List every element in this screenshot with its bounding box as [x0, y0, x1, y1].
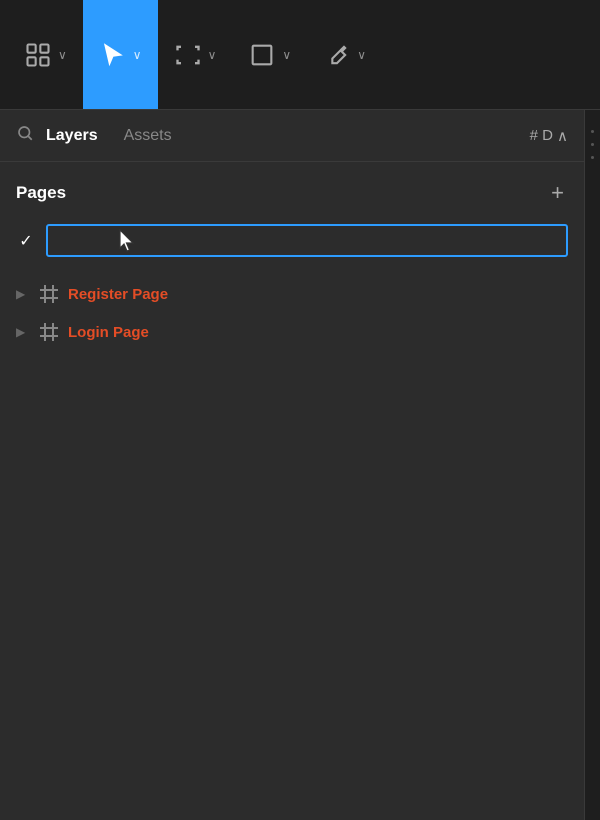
- register-page-item[interactable]: ▶ Register Page: [16, 275, 568, 313]
- login-page-item[interactable]: ▶ Login Page: [16, 313, 568, 351]
- grid-tool-chevron: ∨: [58, 48, 67, 62]
- register-expand-arrow[interactable]: ▶: [16, 287, 30, 301]
- pen-tool-chevron: ∨: [357, 48, 366, 62]
- page-checkmark: ✓: [16, 231, 36, 251]
- login-expand-arrow[interactable]: ▶: [16, 325, 30, 339]
- register-frame-icon: [40, 285, 58, 303]
- right-edge-strip: [585, 110, 600, 820]
- move-tool-chevron: ∨: [133, 48, 142, 62]
- chevron-up-icon: ∧: [557, 127, 568, 145]
- register-page-label: Register Page: [68, 286, 168, 303]
- frame-tool-chevron: ∨: [208, 48, 217, 62]
- move-tool-button[interactable]: ∨: [83, 0, 158, 109]
- active-page-item[interactable]: ✓: [16, 218, 568, 263]
- shortcut-text: # D: [530, 127, 553, 144]
- frame-tool-button[interactable]: ∨: [158, 0, 233, 109]
- page-name-input-wrap[interactable]: [46, 224, 568, 257]
- pages-section: Pages + ✓: [0, 162, 584, 275]
- login-frame-icon: [40, 323, 58, 341]
- panel-header: Layers Assets # D ∧: [0, 110, 584, 162]
- main-area: Layers Assets # D ∧ Pages + ✓: [0, 110, 600, 820]
- shape-tool-button[interactable]: ∨: [232, 0, 307, 109]
- left-panel: Layers Assets # D ∧ Pages + ✓: [0, 110, 585, 820]
- edge-dot-3: [591, 156, 594, 159]
- assets-tab[interactable]: Assets: [124, 123, 172, 149]
- login-page-label: Login Page: [68, 324, 149, 341]
- add-page-button[interactable]: +: [547, 182, 568, 204]
- layers-tab[interactable]: Layers: [46, 123, 98, 149]
- other-pages-list: ▶ Register Page ▶: [0, 275, 584, 351]
- pages-header: Pages +: [16, 182, 568, 204]
- shortcut-display[interactable]: # D ∧: [530, 127, 568, 145]
- search-icon[interactable]: [16, 124, 34, 147]
- edge-dot-1: [591, 130, 594, 133]
- toolbar: ∨ ∨ ∨ ∨ ∨: [0, 0, 600, 110]
- pen-tool-button[interactable]: ∨: [307, 0, 382, 109]
- grid-tool-button[interactable]: ∨: [8, 0, 83, 109]
- pages-title: Pages: [16, 183, 66, 203]
- page-name-input[interactable]: [46, 224, 568, 257]
- edge-dot-2: [591, 143, 594, 146]
- shape-tool-chevron: ∨: [282, 48, 291, 62]
